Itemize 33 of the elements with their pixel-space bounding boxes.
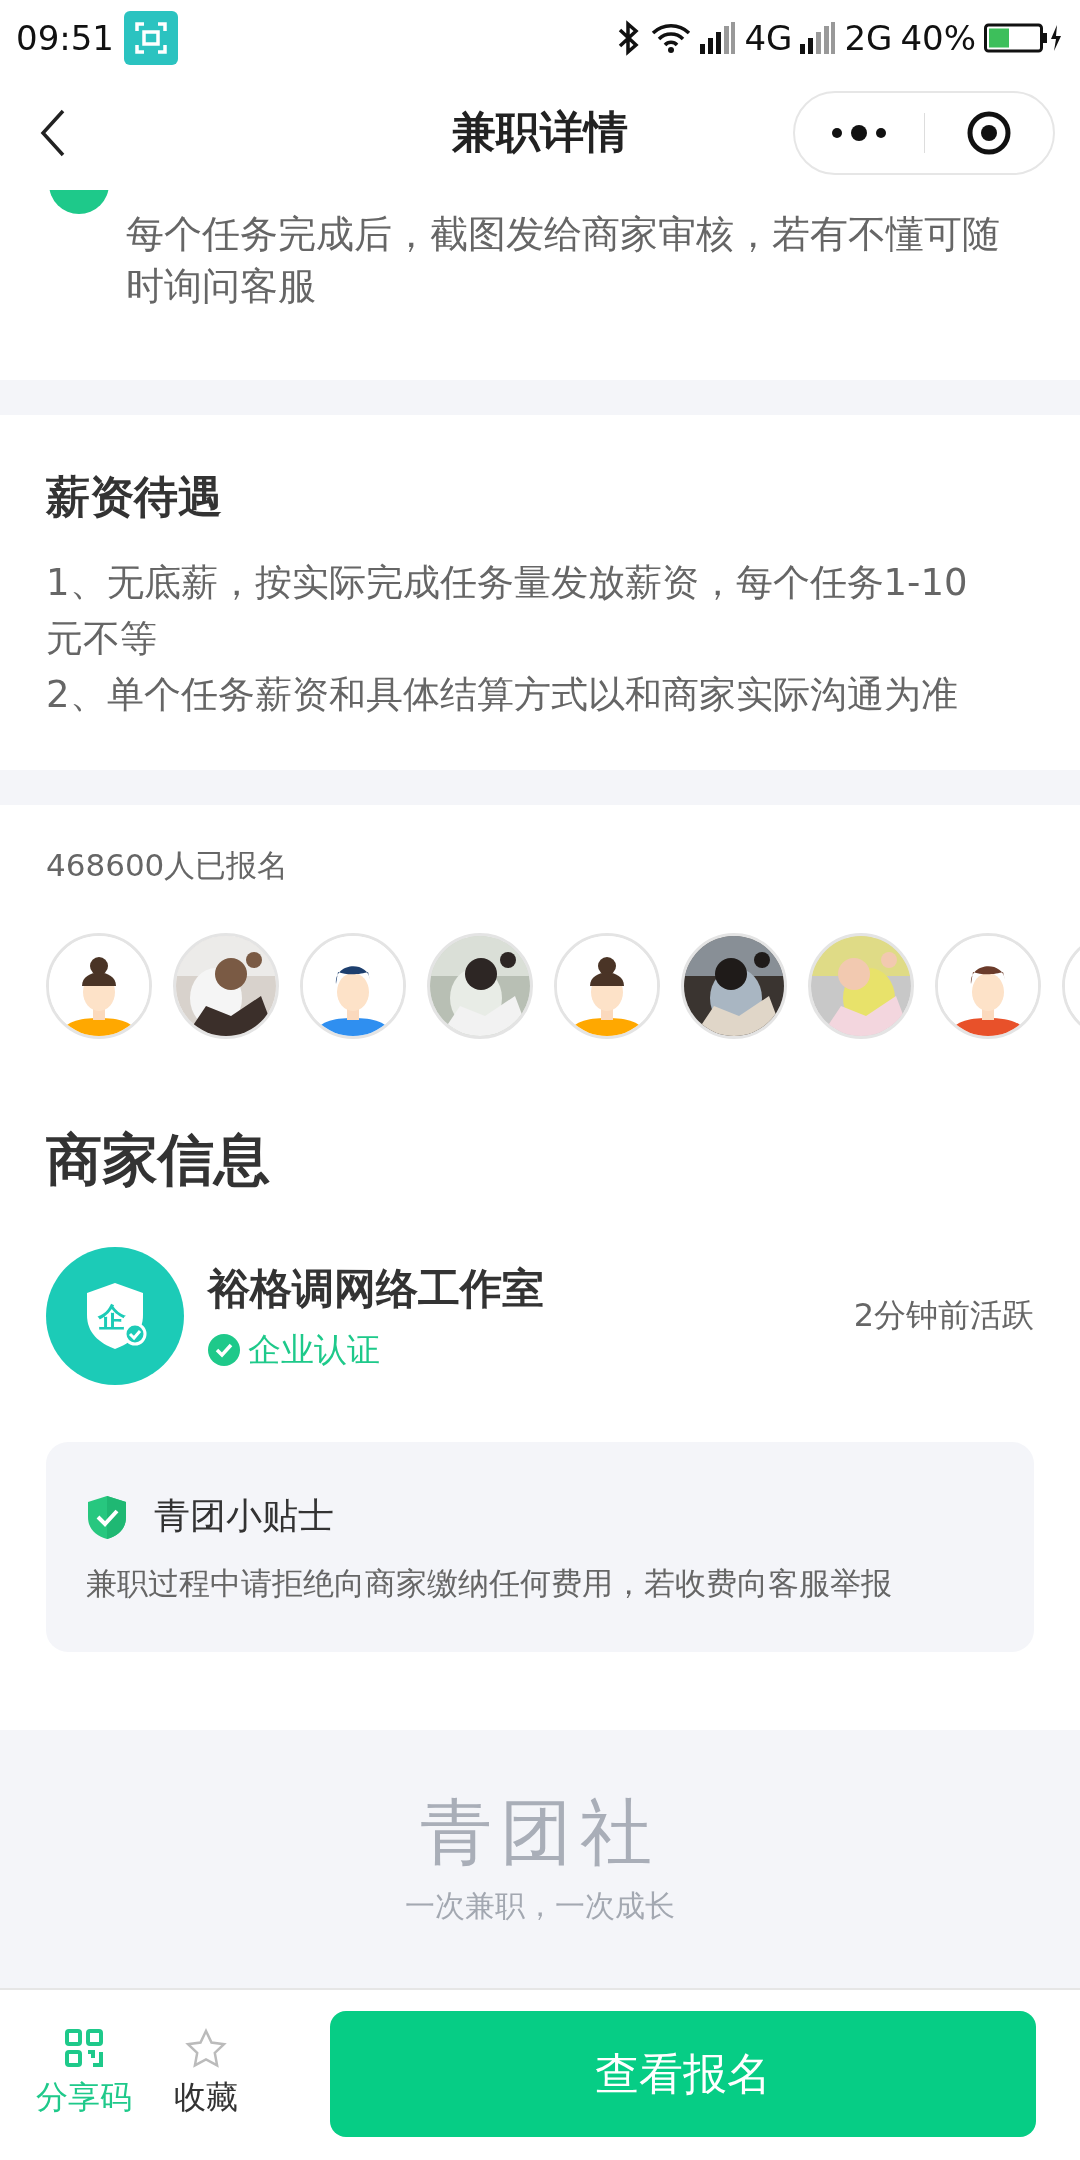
clock-time: 09:51 (16, 17, 114, 58)
target-icon (965, 109, 1012, 156)
check-icon (208, 1334, 240, 1366)
tip-text: 兼职过程中请拒绝向商家缴纳任何费用，若收费向客服举报 (86, 1564, 893, 1603)
active-time: 2分钟前活跃 (853, 1295, 1034, 1336)
qr-code-icon (64, 2028, 104, 2068)
page-title: 兼职详情 (451, 105, 629, 159)
screenshot-icon (124, 10, 178, 65)
section-title: 薪资待遇 (46, 470, 223, 524)
signal-icon (800, 21, 837, 54)
brand-slogan: 一次兼职，一次成长 (405, 1887, 675, 1925)
verified-label: 企业认证 (248, 1328, 380, 1371)
section-title: 商家信息 (46, 1126, 271, 1194)
step-icon (47, 190, 111, 216)
brand-logo: 青团社 (420, 1790, 660, 1874)
salary-item: 2、单个任务薪资和具体结算方式以和商家实际沟通为准 (46, 672, 959, 718)
step-description: 每个任务完成后，截图发给商家审核，若有不懂可随时询问客服 (126, 211, 1001, 310)
signup-count: 468600人已报名 (46, 846, 289, 885)
company-logo: 企 (46, 1247, 184, 1385)
network-type: 2G (844, 17, 893, 58)
view-signups-button[interactable]: 查看报名 (330, 2011, 1036, 2137)
battery-charging-icon (984, 22, 1062, 53)
signal-icon (700, 21, 737, 54)
salary-item: 1、无底薪，按实际完成任务量发放薪资，每个任务1-10元不等 (46, 560, 969, 662)
back-icon (40, 108, 66, 157)
share-code-tab[interactable]: 分享码 (36, 2028, 132, 2120)
favorite-tab[interactable]: 收藏 (174, 2028, 238, 2120)
shield-check-icon (86, 1493, 128, 1540)
tip-title: 青团小贴士 (154, 1494, 334, 1538)
wifi-icon (650, 21, 693, 54)
network-type: 4G (744, 17, 793, 58)
company-name: 裕格调网络工作室 (208, 1262, 544, 1315)
battery-percent: 40% (900, 17, 976, 58)
